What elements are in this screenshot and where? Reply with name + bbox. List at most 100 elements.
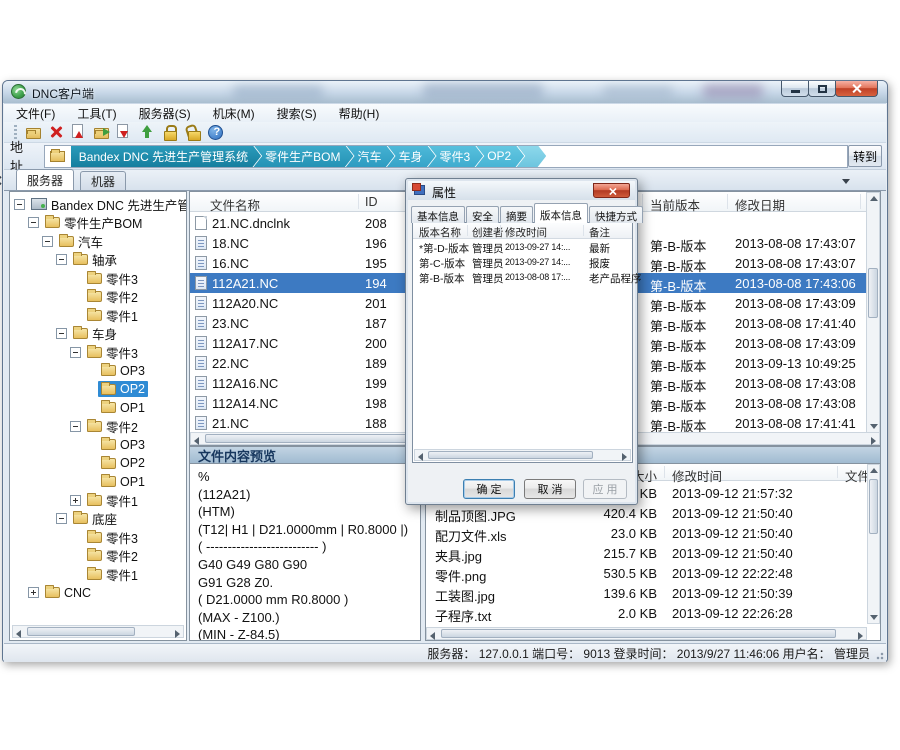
scroll-right-icon[interactable] (622, 453, 627, 461)
check-in-file-icon[interactable] (72, 124, 83, 138)
cancel-button[interactable]: 取 消 (524, 479, 576, 499)
help-icon[interactable] (208, 125, 223, 140)
collapse-icon[interactable] (56, 328, 67, 339)
tree-item[interactable]: 轴承 (10, 251, 186, 270)
scrollbar-thumb[interactable] (868, 268, 878, 318)
dialog-title-bar[interactable]: 属性 (408, 181, 635, 200)
attachment-row[interactable]: 配刀文件.xls23.0 KB2013-09-12 21:50:40 (426, 523, 867, 543)
tree-item-selected[interactable]: OP2 (10, 380, 186, 399)
tree-item[interactable]: 汽车 (10, 232, 186, 251)
collapse-icon[interactable] (42, 236, 53, 247)
tree-item[interactable]: OP1 (10, 399, 186, 418)
check-out-file-icon[interactable] (117, 124, 128, 138)
title-bar[interactable]: DNC客户端 (3, 81, 887, 103)
version-list-header[interactable]: 版本名称 创建者 修改时间 备注 (413, 223, 632, 239)
tab-version-info[interactable]: 版本信息 (534, 203, 588, 223)
scrollbar-thumb[interactable] (428, 451, 593, 459)
column-file-name[interactable]: 文件名称 (210, 195, 260, 214)
collapse-icon[interactable] (56, 513, 67, 524)
version-row[interactable]: *第-D-版本管理员2013-09-27 14:...最新 (413, 240, 632, 255)
scrollbar-thumb[interactable] (869, 479, 878, 534)
tree-item[interactable]: 零件生产BOM (10, 214, 186, 233)
tree-item[interactable]: 零件1 (10, 565, 186, 584)
scrollbar-thumb[interactable] (441, 629, 836, 638)
menu-file[interactable]: 文件(F) (16, 105, 55, 122)
lock-icon[interactable] (162, 124, 178, 140)
menu-search[interactable]: 搜索(S) (277, 105, 317, 122)
tree-item[interactable]: CNC (10, 584, 186, 603)
breadcrumb-bom[interactable]: 零件生产BOM (253, 145, 353, 168)
tab-summary[interactable]: 摘要 (500, 206, 533, 223)
collapse-icon[interactable] (28, 217, 39, 228)
dialog-close-button[interactable] (593, 183, 630, 198)
column-modified-time[interactable]: 修改时间 (505, 225, 547, 240)
attachment-row[interactable]: 零件.png530.5 KB2013-09-12 22:22:48 (426, 563, 867, 583)
attachment-row[interactable]: 制品顶图.JPG420.4 KB2013-09-12 21:50:40 (426, 503, 867, 523)
scroll-up-icon[interactable] (870, 196, 878, 201)
tab-machine[interactable]: 机器 (80, 171, 126, 190)
scroll-right-icon[interactable] (858, 632, 863, 640)
file-list-vertical-scrollbar[interactable] (866, 192, 880, 433)
expand-icon[interactable] (28, 587, 39, 598)
menu-tools[interactable]: 工具(T) (77, 105, 116, 122)
scrollbar-thumb[interactable] (27, 627, 135, 636)
collapse-icon[interactable] (70, 347, 81, 358)
apply-button[interactable]: 应 用 (583, 479, 627, 499)
expand-icon[interactable] (70, 495, 81, 506)
tree-item[interactable]: OP3 (10, 436, 186, 455)
scroll-left-icon[interactable] (430, 632, 435, 640)
collapse-icon[interactable] (70, 421, 81, 432)
unlock-icon[interactable] (185, 124, 201, 140)
column-creator[interactable]: 创建者 (472, 225, 504, 240)
ok-button[interactable]: 确 定 (463, 479, 515, 499)
tree-item[interactable]: 底座 (10, 510, 186, 529)
tree-item[interactable]: OP2 (10, 454, 186, 473)
close-button[interactable] (835, 81, 878, 97)
collapse-icon[interactable] (14, 199, 25, 210)
breadcrumb-part3[interactable]: 零件3 (428, 145, 484, 168)
attachments-horizontal-scrollbar[interactable] (426, 627, 867, 640)
scroll-up-icon[interactable] (870, 468, 878, 473)
column-modified-time[interactable]: 修改时间 (672, 466, 722, 485)
attachments-vertical-scrollbar[interactable] (867, 464, 880, 624)
dialog-horizontal-scrollbar[interactable] (414, 449, 631, 461)
tab-dropdown-button[interactable] (839, 174, 852, 187)
go-button[interactable]: 转到 (848, 145, 882, 167)
tree-item[interactable]: 零件2 (10, 288, 186, 307)
scroll-left-icon[interactable] (418, 453, 423, 461)
maximize-button[interactable] (808, 81, 836, 97)
attachment-row[interactable]: 夹具.jpg215.7 KB2013-09-12 21:50:40 (426, 543, 867, 563)
delete-icon[interactable] (48, 124, 64, 140)
tree-item[interactable]: 零件2 (10, 417, 186, 436)
tab-close-button[interactable] (0, 174, 3, 187)
menu-help[interactable]: 帮助(H) (339, 105, 380, 122)
tree-item[interactable]: 车身 (10, 325, 186, 344)
attachment-row[interactable]: 工装图.jpg139.6 KB2013-09-12 21:50:39 (426, 583, 867, 603)
tab-shortcut[interactable]: 快捷方式 (589, 206, 643, 223)
tree-item[interactable]: 零件3 (10, 528, 186, 547)
column-version-name[interactable]: 版本名称 (419, 225, 461, 240)
scroll-right-icon[interactable] (175, 630, 180, 638)
tree-item[interactable]: Bandex DNC 先进生产管理系统 (10, 195, 186, 214)
tab-server[interactable]: 服务器 (16, 169, 74, 190)
tree-item[interactable]: OP3 (10, 362, 186, 381)
column-note[interactable]: 备注 (589, 225, 610, 240)
upload-icon[interactable] (139, 124, 155, 140)
scroll-left-icon[interactable] (194, 437, 199, 445)
tree-item[interactable]: 零件3 (10, 269, 186, 288)
tree-item[interactable]: OP1 (10, 473, 186, 492)
tab-security[interactable]: 安全 (466, 206, 499, 223)
tree-item[interactable]: 零件2 (10, 547, 186, 566)
menu-machine[interactable]: 机床(M) (213, 105, 255, 122)
scroll-down-icon[interactable] (870, 424, 878, 429)
tree-item[interactable]: 零件1 (10, 491, 186, 510)
version-row[interactable]: 第-C-版本管理员2013-09-27 14:...报废 (413, 255, 632, 270)
export-folder-icon[interactable] (94, 128, 109, 139)
breadcrumb-root[interactable]: Bandex DNC 先进生产管理系统 (71, 145, 261, 168)
scroll-right-icon[interactable] (871, 437, 876, 445)
tab-basic-info[interactable]: 基本信息 (411, 206, 465, 223)
attachment-row[interactable]: 子程序.txt2.0 KB2013-09-12 22:26:28 (426, 603, 867, 623)
minimize-button[interactable] (781, 81, 809, 97)
scroll-down-icon[interactable] (870, 615, 878, 620)
tree-item[interactable]: 零件1 (10, 306, 186, 325)
